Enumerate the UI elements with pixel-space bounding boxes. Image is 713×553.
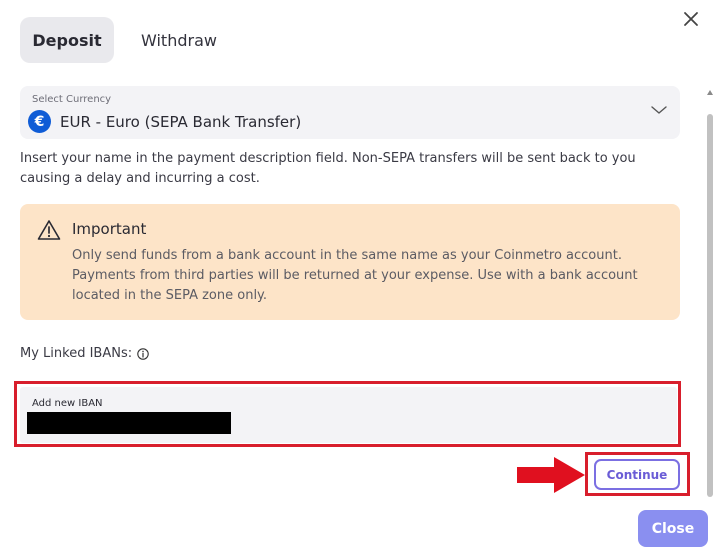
linked-ibans-label: My Linked IBANs: [20, 346, 133, 361]
euro-icon: € [28, 110, 51, 133]
currency-select-label: Select Currency [32, 94, 112, 105]
notice-title: Important [72, 220, 147, 238]
continue-highlight-box [585, 452, 690, 496]
pointer-arrow-icon [517, 457, 585, 493]
important-notice: Important Only send funds from a bank ac… [20, 204, 680, 320]
iban-highlight-box [14, 381, 681, 447]
payment-instruction-text: Insert your name in the payment descript… [20, 151, 636, 186]
info-icon[interactable] [137, 347, 149, 360]
notice-text: Only send funds from a bank account in t… [72, 248, 638, 303]
tab-deposit[interactable]: Deposit [20, 17, 114, 63]
scrollbar-thumb[interactable] [707, 114, 713, 497]
close-icon[interactable] [680, 8, 702, 30]
warning-triangle-icon [37, 220, 61, 240]
chevron-down-icon [651, 106, 667, 114]
close-button[interactable]: Close [638, 510, 708, 547]
linked-ibans-heading: My Linked IBANs: [20, 346, 149, 361]
scroll-up-arrow-icon[interactable] [707, 90, 713, 95]
tab-withdraw[interactable]: Withdraw [126, 17, 232, 63]
currency-select[interactable]: Select Currency € EUR - Euro (SEPA Bank … [20, 86, 680, 139]
currency-select-value: EUR - Euro (SEPA Bank Transfer) [60, 113, 302, 131]
